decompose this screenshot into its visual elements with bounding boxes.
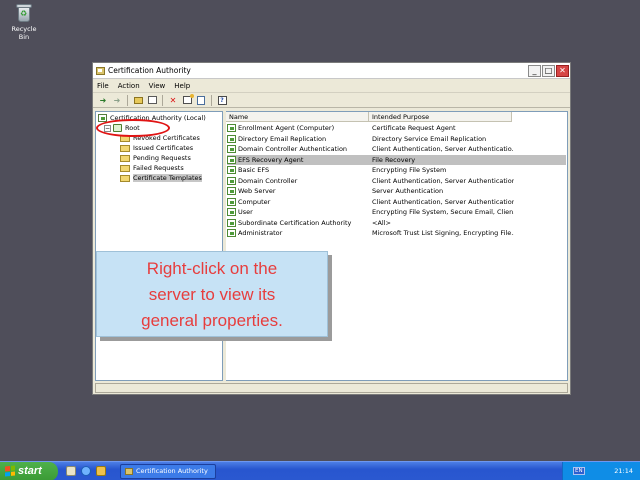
media-player-icon[interactable] bbox=[96, 466, 106, 476]
table-row[interactable]: User Encrypting File System, Secure Email… bbox=[227, 207, 566, 218]
template-name: Directory Email Replication bbox=[238, 134, 327, 143]
certificate-template-icon bbox=[227, 197, 236, 206]
forward-arrow-icon[interactable]: ➜ bbox=[111, 95, 123, 106]
menu-view[interactable]: View bbox=[149, 82, 166, 90]
tree-item-certificate-templates[interactable]: Certificate Templates bbox=[120, 173, 202, 183]
template-intended-purpose: Directory Service Email Replication bbox=[372, 134, 487, 143]
template-name: Computer bbox=[238, 197, 271, 206]
callout-line-1: Right-click on the bbox=[146, 259, 278, 278]
certification-authority-window: Certification Authority _ □ ✕ File Actio… bbox=[92, 62, 571, 395]
certificate-template-icon bbox=[227, 187, 236, 196]
system-tray: EN 21:14 bbox=[562, 461, 640, 480]
internet-explorer-icon[interactable] bbox=[81, 466, 91, 476]
folder-icon bbox=[120, 164, 130, 172]
tree-item-pending-requests[interactable]: Pending Requests bbox=[120, 153, 191, 163]
template-name: Web Server bbox=[238, 187, 276, 196]
template-intended-purpose: Client Authentication, Server Authentica… bbox=[372, 197, 514, 206]
certificate-template-icon bbox=[227, 218, 236, 227]
template-name: EFS Recovery Agent bbox=[238, 155, 304, 164]
certificate-template-icon bbox=[227, 134, 236, 143]
taskbar: start Certification Authority EN 21:14 bbox=[0, 461, 640, 480]
template-intended-purpose: File Recovery bbox=[372, 155, 416, 164]
window-titlebar[interactable]: Certification Authority _ □ ✕ bbox=[93, 63, 570, 79]
minimize-button[interactable]: _ bbox=[528, 64, 541, 77]
menu-bar: File Action View Help bbox=[93, 79, 570, 93]
folder-icon bbox=[120, 144, 130, 152]
taskbar-button-certification-authority[interactable]: Certification Authority bbox=[120, 463, 216, 479]
certificate-template-icon bbox=[227, 166, 236, 175]
template-intended-purpose: Microsoft Trust List Signing, Encrypting… bbox=[372, 229, 514, 238]
column-header-intended-purpose[interactable]: Intended Purpose bbox=[369, 112, 512, 122]
console-tree-icon[interactable] bbox=[146, 95, 158, 106]
quick-launch bbox=[66, 466, 106, 476]
recycle-bin-desktop-icon[interactable]: ♻ Recycle Bin bbox=[6, 3, 42, 41]
recycle-bin-label: Recycle Bin bbox=[11, 25, 37, 41]
template-name: User bbox=[238, 208, 253, 217]
back-arrow-icon[interactable]: ➜ bbox=[97, 95, 109, 106]
up-folder-icon[interactable] bbox=[132, 95, 144, 106]
table-row[interactable]: Directory Email Replication Directory Ser… bbox=[227, 134, 566, 145]
close-button[interactable]: ✕ bbox=[556, 64, 569, 77]
tree-item-issued-certificates[interactable]: Issued Certificates bbox=[120, 143, 193, 153]
callout-line-3: general properties. bbox=[141, 311, 283, 330]
template-name: Basic EFS bbox=[238, 166, 270, 175]
table-row[interactable]: Domain Controller Client Authentication, … bbox=[227, 176, 566, 187]
help-icon[interactable]: ? bbox=[216, 95, 228, 106]
windows-flag-icon bbox=[5, 465, 15, 477]
menu-action[interactable]: Action bbox=[118, 82, 140, 90]
template-intended-purpose: Encrypting File System, Secure Email, Cl… bbox=[372, 208, 514, 217]
app-icon bbox=[125, 467, 133, 475]
template-intended-purpose: Server Authentication bbox=[372, 187, 444, 196]
show-desktop-icon[interactable] bbox=[66, 466, 76, 476]
template-name: Domain Controller Authentication bbox=[238, 145, 348, 154]
console-tree[interactable]: Certification Authority (Local) − Root R… bbox=[95, 111, 223, 381]
folder-icon bbox=[120, 174, 130, 182]
table-row[interactable]: Basic EFS Encrypting File System bbox=[227, 165, 566, 176]
menu-help[interactable]: Help bbox=[174, 82, 190, 90]
callout-line-2: server to view its bbox=[148, 285, 276, 304]
table-row[interactable]: Domain Controller Authentication Client A… bbox=[227, 144, 566, 155]
status-bar bbox=[95, 383, 568, 393]
table-row[interactable]: Web Server Server Authentication bbox=[227, 186, 566, 197]
details-list[interactable]: Name Intended Purpose Enrollment Agent (… bbox=[226, 111, 568, 381]
template-intended-purpose: Certificate Request Agent bbox=[372, 124, 456, 133]
tree-item-failed-requests[interactable]: Failed Requests bbox=[120, 163, 184, 173]
recycle-bin-icon: ♻ bbox=[15, 3, 33, 23]
table-row[interactable]: Subordinate Certification Authority <All> bbox=[227, 218, 566, 229]
certificate-template-icon bbox=[227, 176, 236, 185]
certificate-template-icon bbox=[227, 208, 236, 217]
column-header-name[interactable]: Name bbox=[226, 112, 369, 122]
export-icon[interactable] bbox=[195, 95, 207, 106]
window-title: Certification Authority bbox=[108, 66, 191, 75]
folder-icon bbox=[120, 154, 130, 162]
template-intended-purpose: Client Authentication, Server Authentica… bbox=[372, 145, 514, 154]
table-row[interactable]: Enrollment Agent (Computer) Certificate R… bbox=[227, 123, 566, 134]
app-icon bbox=[96, 66, 105, 75]
highlight-circle bbox=[96, 119, 170, 137]
properties-icon[interactable] bbox=[181, 94, 194, 106]
table-row[interactable]: Computer Client Authentication, Server Au… bbox=[227, 197, 566, 208]
table-row[interactable]: EFS Recovery Agent File Recovery bbox=[227, 154, 566, 165]
clock: 21:14 bbox=[614, 467, 633, 475]
delete-icon[interactable]: ✕ bbox=[167, 95, 179, 106]
template-name: Administrator bbox=[238, 229, 283, 238]
table-row[interactable]: Administrator Microsoft Trust List Signin… bbox=[227, 228, 566, 239]
certificate-template-icon bbox=[227, 145, 236, 154]
template-name: Domain Controller bbox=[238, 176, 298, 185]
template-name: Subordinate Certification Authority bbox=[238, 218, 352, 227]
menu-file[interactable]: File bbox=[97, 82, 109, 90]
template-intended-purpose: Encrypting File System bbox=[372, 166, 447, 175]
template-intended-purpose: Client Authentication, Server Authentica… bbox=[372, 176, 514, 185]
certificate-template-icon bbox=[227, 229, 236, 238]
certificate-template-icon bbox=[227, 124, 236, 133]
maximize-button[interactable]: □ bbox=[542, 64, 555, 77]
start-button[interactable]: start bbox=[0, 461, 58, 480]
template-name: Enrollment Agent (Computer) bbox=[238, 124, 335, 133]
template-intended-purpose: <All> bbox=[372, 218, 391, 227]
toolbar: ➜ ➜ ✕ ? bbox=[93, 93, 570, 108]
language-indicator[interactable]: EN bbox=[573, 467, 585, 475]
instruction-callout: Right-click on the server to view its ge… bbox=[96, 251, 328, 337]
certificate-template-icon bbox=[227, 155, 236, 164]
